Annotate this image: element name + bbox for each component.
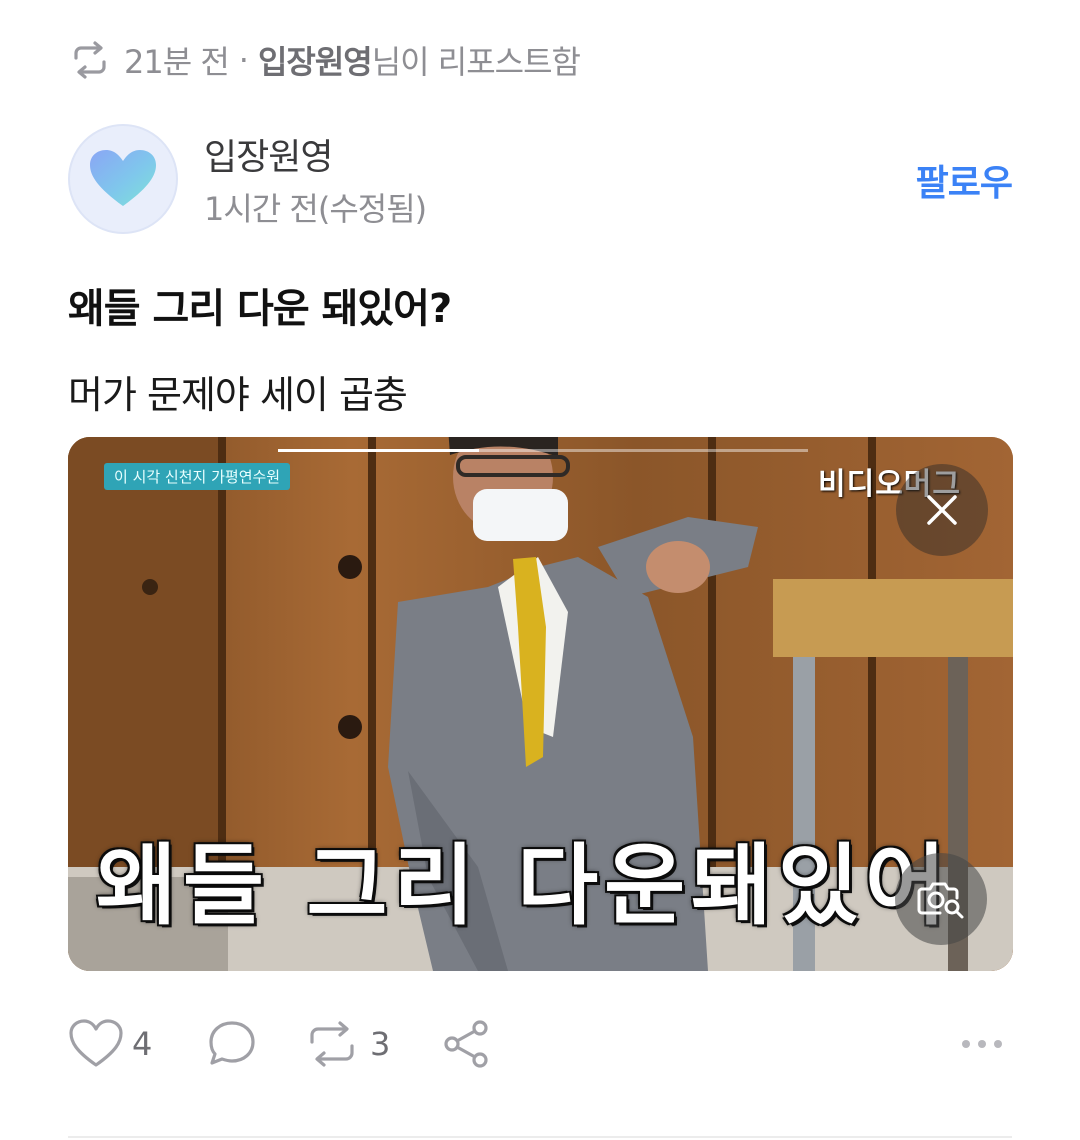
post-author: 입장원영 1시간 전(수정됨) 팔로우 [68,124,1013,236]
video-subtitle: 왜들 그리 다운돼있어 [96,834,952,937]
post-timestamp: 1시간 전(수정됨) [204,190,427,228]
repost-icon [310,1021,354,1067]
repost-separator: · [238,41,249,79]
repost-icon [68,38,112,82]
image-search-button[interactable] [895,853,987,945]
close-icon [927,495,957,525]
like-count: 4 [132,1025,153,1063]
repost-suffix: 님이 리포스트함 [371,43,581,81]
repost-count: 3 [370,1025,391,1063]
repost-time: 21분 전 [124,43,230,81]
video-progress[interactable] [278,449,808,452]
video-progress-fill [278,449,480,452]
avatar[interactable] [68,124,178,234]
author-name[interactable]: 입장원영 [204,128,333,180]
share-icon [444,1020,488,1068]
repost-indicator: 21분 전 · 입장원영 님이 리포스트함 [68,36,581,84]
more-icon [962,1040,1002,1048]
repost-user-link[interactable]: 입장원영 [258,37,373,83]
close-button[interactable] [896,464,988,556]
post-media[interactable]: 이 시각 신천지 가평연수원 비디오머그 왜들 그리 다운돼있어 [68,437,1013,971]
follow-button[interactable]: 팔로우 [916,154,1013,206]
more-button[interactable] [960,1012,1004,1076]
repost-button[interactable]: 3 [302,1012,390,1076]
heart-icon [69,1019,123,1067]
like-button[interactable]: 4 [68,1012,152,1076]
news-tag: 이 시각 신천지 가평연수원 [104,463,291,490]
share-button[interactable] [440,1012,494,1076]
blue-heart-icon [90,150,156,206]
image-search-icon [917,882,964,919]
post-body: 머가 문제야 세이 곱충 [68,373,408,417]
post-divider [68,1136,1012,1138]
post-title: 왜들 그리 다운 돼있어? [68,286,452,332]
comment-button[interactable] [206,1012,258,1076]
post-actions: 4 3 [68,1012,1012,1076]
comment-icon [209,1021,255,1065]
